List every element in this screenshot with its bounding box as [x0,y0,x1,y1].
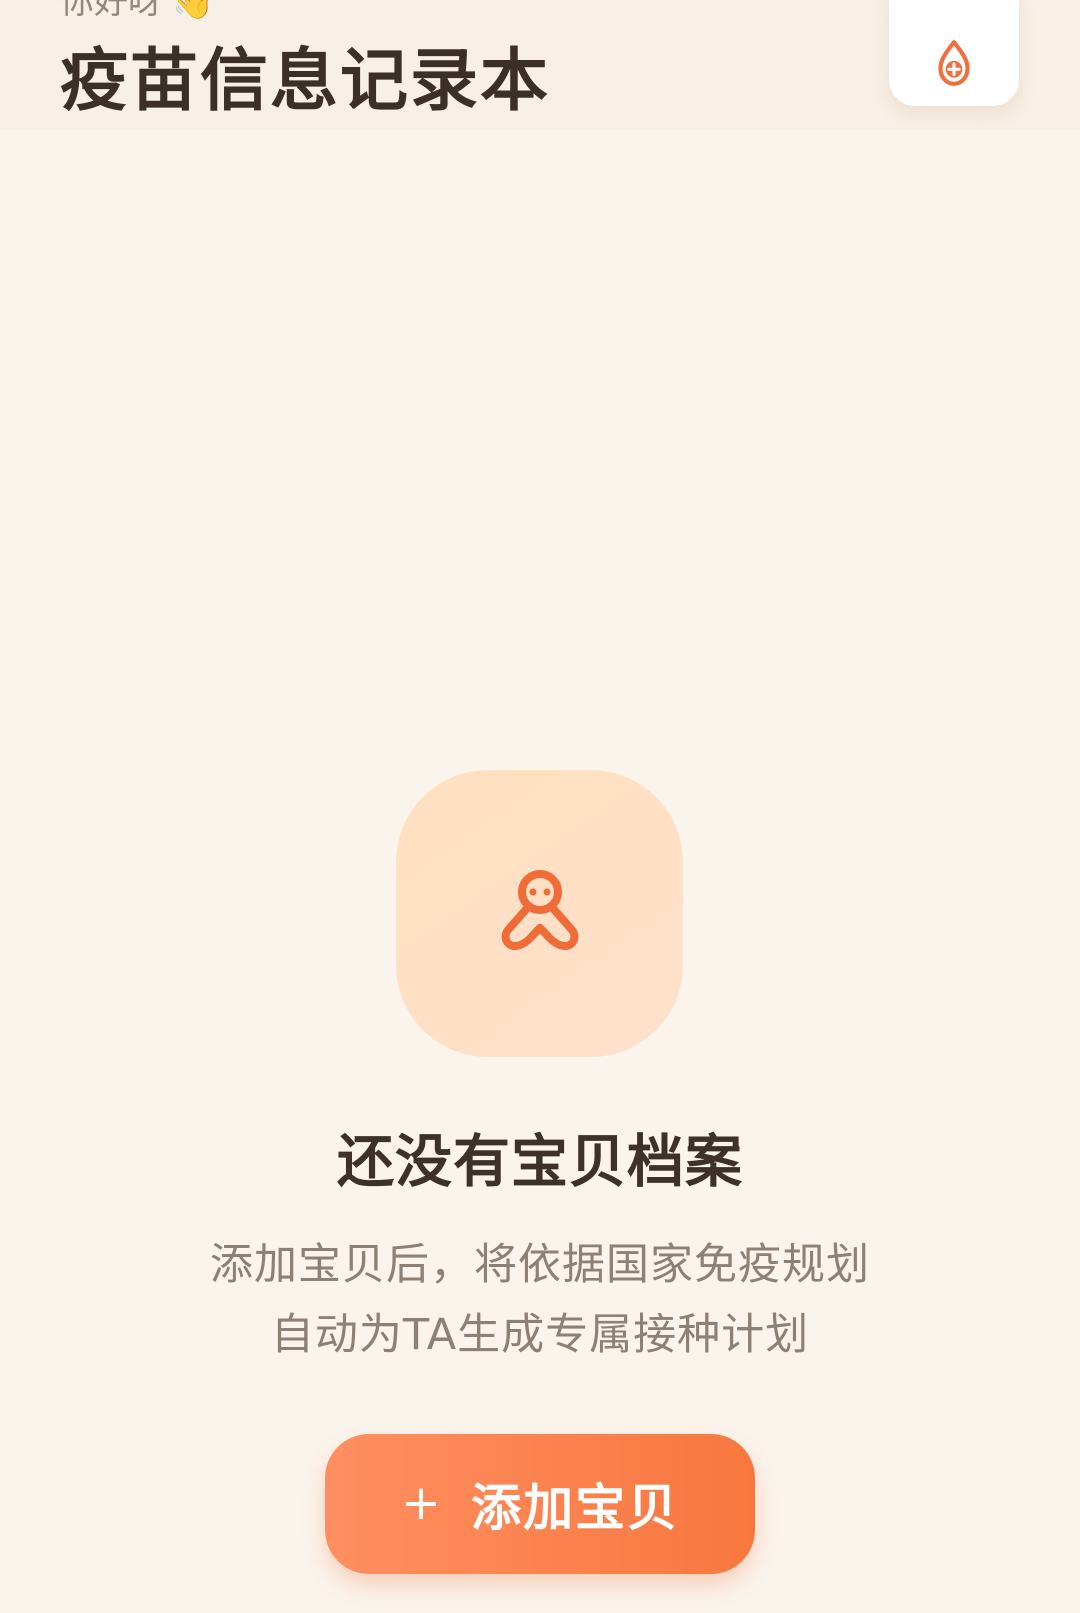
vaccine-drop-icon [938,40,970,86]
header: 你好呀 👋 疫苗信息记录本 [0,0,1080,130]
description-line-1: 添加宝贝后，将依据国家免疫规划 [210,1240,870,1290]
add-baby-button-label: 添加宝贝 [471,1479,680,1537]
empty-state-description: 添加宝贝后，将依据国家免疫规划 自动为TA生成专属接种计划 [0,1230,1080,1370]
greeting: 你好呀 👋 [60,0,214,19]
add-baby-button[interactable]: + 添加宝贝 [325,1434,755,1574]
greeting-text: 你好呀 [60,0,162,22]
waving-hand-icon: 👋 [172,0,215,22]
plus-icon: + [400,1474,444,1531]
empty-state-icon-tile [396,770,683,1057]
description-line-2: 自动为TA生成专属接种计划 [270,1310,810,1360]
empty-state-title: 还没有宝贝档案 [337,1129,743,1195]
baby-icon [501,869,578,950]
vaccine-record-screen: 你好呀 👋 疫苗信息记录本 还没有宝贝档案 添加宝贝后，将依据国家免疫规划 自动… [0,0,1080,1613]
vaccine-action-button[interactable] [889,0,1019,106]
page-title: 疫苗信息记录本 [60,42,551,121]
